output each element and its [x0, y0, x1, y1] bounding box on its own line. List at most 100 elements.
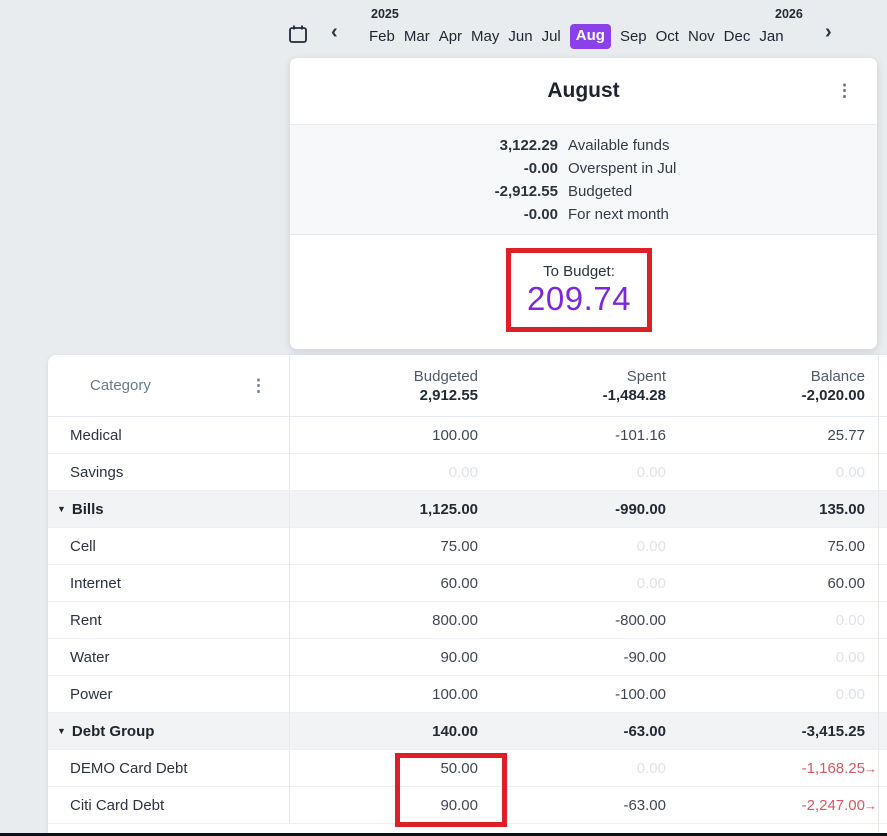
card-header: August ⋮	[290, 58, 877, 125]
to-budget-value[interactable]: 209.74	[527, 281, 631, 317]
month-tab-apr[interactable]: Apr	[439, 26, 462, 48]
category-header-label[interactable]: Category	[90, 377, 151, 394]
category-row: DEMO Card Debt 50.000.00-1,168.25→	[48, 750, 887, 787]
column-label[interactable]: Balance	[811, 367, 865, 386]
spent-cell[interactable]: -990.00	[478, 501, 666, 518]
summary-row: 3,122.29 Available funds	[290, 134, 877, 157]
budgeted-cell[interactable]: 100.00	[290, 427, 478, 444]
spent-cell[interactable]: -800.00	[478, 612, 666, 629]
month-tab-mar[interactable]: Mar	[404, 26, 430, 48]
summary-value: 3,122.29	[290, 137, 558, 154]
category-name[interactable]: Rent	[70, 612, 102, 629]
budgeted-cell[interactable]: 1,125.00	[290, 501, 478, 518]
spent-cell[interactable]: -63.00	[478, 723, 666, 740]
spent-cell[interactable]: -100.00	[478, 686, 666, 703]
collapse-triangle-icon[interactable]: ▼	[57, 726, 66, 736]
column-label[interactable]: Spent	[627, 367, 666, 386]
category-name[interactable]: Bills	[72, 501, 104, 518]
balance-cell[interactable]: 0.00	[666, 464, 865, 481]
carryover-arrow-icon: →	[864, 798, 877, 813]
balance-value: 75.00	[827, 538, 865, 555]
spent-value: 0.00	[637, 538, 666, 555]
month-tab-jun[interactable]: Jun	[508, 26, 532, 48]
month-tab-nov[interactable]: Nov	[688, 26, 715, 48]
category-cell: Internet	[48, 565, 290, 601]
category-name[interactable]: Savings	[70, 464, 123, 481]
column-total: 2,912.55	[420, 386, 478, 406]
budgeted-cell[interactable]: 800.00	[290, 612, 478, 629]
category-name[interactable]: Debt Group	[72, 723, 155, 740]
prev-month-button[interactable]: ‹	[331, 21, 338, 43]
balance-value: 0.00	[836, 686, 865, 703]
budgeted-value: 0.00	[449, 464, 478, 481]
month-tab-feb[interactable]: Feb	[369, 26, 395, 48]
category-row: Savings0.000.000.00	[48, 454, 887, 491]
spent-cell[interactable]: 0.00	[478, 538, 666, 555]
group-row: ▼ Bills 1,125.00 -990.00135.00	[48, 491, 887, 528]
balance-value: 60.00	[827, 575, 865, 592]
budgeted-cell[interactable]: 60.00	[290, 575, 478, 592]
table-menu-icon[interactable]: ⋮	[250, 377, 267, 394]
budgeted-value: 100.00	[432, 427, 478, 444]
balance-cell[interactable]: 135.00	[666, 501, 865, 518]
spent-cell[interactable]: -101.16	[478, 427, 666, 444]
collapse-triangle-icon[interactable]: ▼	[57, 504, 66, 514]
month-tab-jan[interactable]: Jan	[759, 26, 783, 48]
spent-value: -800.00	[615, 612, 666, 629]
month-tab-sep[interactable]: Sep	[620, 26, 647, 48]
summary-value: -2,912.55	[290, 183, 558, 200]
month-tab-jul[interactable]: Jul	[542, 26, 561, 48]
balance-value: -3,415.25	[802, 723, 865, 740]
category-name[interactable]: DEMO Card Debt	[70, 760, 188, 777]
summary-label: Available funds	[568, 137, 877, 154]
category-name[interactable]: Water	[70, 649, 109, 666]
spent-value: 0.00	[637, 464, 666, 481]
category-name[interactable]: Power	[70, 686, 113, 703]
balance-cell[interactable]: -1,168.25→	[666, 760, 865, 777]
category-name[interactable]: Citi Card Debt	[70, 797, 164, 814]
table-header-row: Category ⋮ Budgeted2,912.55Spent-1,484.2…	[48, 355, 887, 417]
spent-value: -90.00	[623, 649, 666, 666]
budgeted-cell[interactable]: 0.00	[290, 464, 478, 481]
budgeted-cell[interactable]: 90.00	[290, 649, 478, 666]
spent-cell[interactable]: 0.00	[478, 760, 666, 777]
spent-value: -990.00	[615, 501, 666, 518]
category-cell: Savings	[48, 454, 290, 490]
category-row: Power 100.00-100.00 0.00	[48, 676, 887, 713]
balance-cell[interactable]: 0.00	[666, 686, 865, 703]
budgeted-cell[interactable]: 50.00	[290, 760, 478, 777]
category-cell: Cell	[48, 528, 290, 564]
budgeted-value: 60.00	[440, 575, 478, 592]
calendar-icon[interactable]	[287, 24, 309, 46]
month-tab-may[interactable]: May	[471, 26, 499, 48]
balance-cell[interactable]: 75.00	[666, 538, 865, 555]
summary-label: Overspent in Jul	[568, 160, 877, 177]
month-tab-aug[interactable]: Aug	[570, 24, 611, 49]
budgeted-value: 1,125.00	[420, 501, 478, 518]
balance-cell[interactable]: 0.00	[666, 612, 865, 629]
spent-cell[interactable]: 0.00	[478, 464, 666, 481]
spent-cell[interactable]: 0.00	[478, 575, 666, 592]
budgeted-cell[interactable]: 75.00	[290, 538, 478, 555]
category-name[interactable]: Cell	[70, 538, 96, 555]
balance-cell[interactable]: 60.00	[666, 575, 865, 592]
balance-cell[interactable]: 0.00	[666, 649, 865, 666]
category-name[interactable]: Medical	[70, 427, 122, 444]
month-tab-oct[interactable]: Oct	[656, 26, 679, 48]
card-menu-icon[interactable]: ⋮	[836, 82, 853, 99]
category-cell: DEMO Card Debt	[48, 750, 290, 786]
budgeted-cell[interactable]: 100.00	[290, 686, 478, 703]
budgeted-cell[interactable]: 90.00	[290, 797, 478, 814]
category-name[interactable]: Internet	[70, 575, 121, 592]
budgeted-value: 100.00	[432, 686, 478, 703]
budgeted-cell[interactable]: 140.00	[290, 723, 478, 740]
spent-cell[interactable]: -90.00	[478, 649, 666, 666]
spent-cell[interactable]: -63.00	[478, 797, 666, 814]
month-tab-dec[interactable]: Dec	[724, 26, 751, 48]
next-month-button[interactable]: ›	[825, 21, 832, 43]
balance-cell[interactable]: -2,247.00→	[666, 797, 865, 814]
balance-cell[interactable]: 25.77	[666, 427, 865, 444]
balance-value: -2,247.00	[802, 797, 865, 814]
column-label[interactable]: Budgeted	[414, 367, 478, 386]
balance-cell[interactable]: -3,415.25	[666, 723, 865, 740]
